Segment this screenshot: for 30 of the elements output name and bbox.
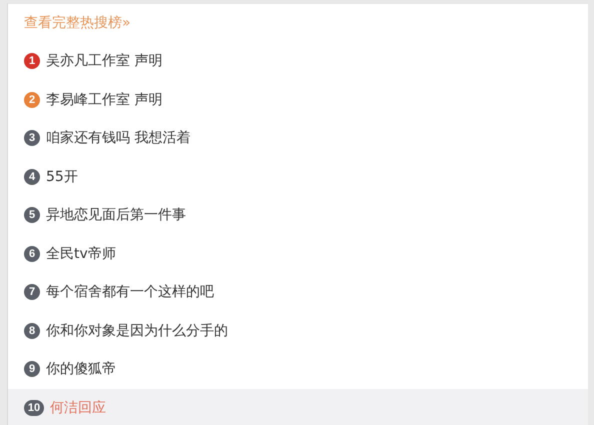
rank-badge: 10 (24, 400, 44, 416)
item-text: 全民tv帝师 (46, 244, 116, 263)
hot-search-item[interactable]: 7 每个宿舍都有一个这样的吧 (8, 273, 588, 312)
rank-badge: 2 (24, 92, 40, 108)
rank-badge: 9 (24, 361, 40, 378)
hot-search-item[interactable]: 1 吴亦凡工作室 声明 (8, 42, 588, 80)
hot-search-item[interactable]: 6 全民tv帝师 (8, 234, 588, 273)
item-text: 每个宿舍都有一个这样的吧 (46, 283, 214, 302)
rank-badge: 4 (24, 168, 40, 185)
hot-search-item[interactable]: 5 异地恋见面后第一件事 (8, 196, 588, 234)
rank-badge: 7 (24, 284, 40, 300)
rank-badge: 1 (24, 53, 40, 70)
item-text: 55开 (46, 168, 78, 186)
hot-search-item[interactable]: 2 李易峰工作室 声明 (8, 80, 588, 119)
hot-search-item[interactable]: 10 何洁回应 (8, 388, 588, 425)
hot-search-item[interactable]: 3 咱家还有钱吗 我想活着 (8, 119, 588, 158)
item-text: 你和你对象是因为什么分手的 (46, 322, 228, 340)
item-text: 何洁回应 (50, 398, 106, 417)
item-text: 咱家还有钱吗 我想活着 (46, 129, 190, 148)
rank-badge: 6 (24, 246, 40, 262)
rank-badge: 5 (24, 207, 40, 224)
hot-search-item[interactable]: 4 55开 (8, 158, 588, 196)
rank-badge: 8 (24, 322, 40, 339)
item-text: 李易峰工作室 声明 (46, 90, 162, 109)
hot-search-item[interactable]: 9 你的傻狐帝 (8, 350, 588, 388)
hot-search-item[interactable]: 8 你和你对象是因为什么分手的 (8, 312, 588, 350)
item-text: 吴亦凡工作室 声明 (46, 52, 162, 70)
item-text: 你的傻狐帝 (46, 360, 116, 378)
item-text: 异地恋见面后第一件事 (46, 206, 186, 224)
rank-badge: 3 (24, 130, 40, 146)
